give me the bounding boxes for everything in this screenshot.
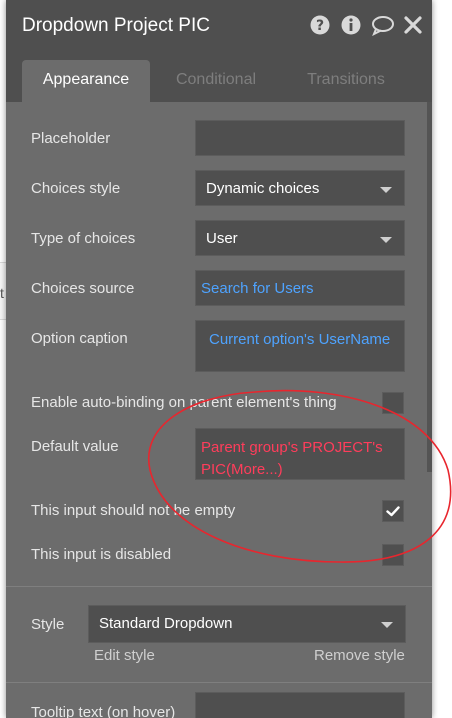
- help-icon[interactable]: ?: [309, 14, 331, 36]
- tooltip-label: Tooltip text (on hover): [31, 704, 176, 718]
- default-value-field[interactable]: Parent group's PROJECT's PIC(More...): [195, 428, 405, 480]
- chevron-down-icon: [381, 622, 393, 628]
- svg-text:?: ?: [316, 18, 324, 34]
- chevron-down-icon: [380, 237, 392, 243]
- option-caption-value: Current option's UserName: [209, 331, 391, 348]
- not-empty-label: This input should not be empty: [31, 502, 236, 519]
- edit-style-link[interactable]: Edit style: [94, 647, 155, 664]
- tooltip-input[interactable]: [195, 692, 405, 718]
- checkmark-icon: [386, 506, 400, 517]
- tab-conditional[interactable]: Conditional: [156, 60, 276, 102]
- remove-style-link[interactable]: Remove style: [314, 647, 405, 664]
- choices-source-field[interactable]: Search for Users: [195, 270, 405, 306]
- style-dropdown[interactable]: Standard Dropdown: [88, 605, 406, 643]
- type-of-choices-label: Type of choices: [31, 230, 136, 247]
- choices-style-label: Choices style: [31, 180, 121, 197]
- default-value-value: Parent group's PROJECT's PIC(More...): [201, 439, 383, 478]
- close-icon[interactable]: [402, 14, 424, 36]
- comment-icon[interactable]: [371, 14, 394, 37]
- disabled-label: This input is disabled: [31, 546, 172, 563]
- property-editor-panel: Dropdown Project PIC ? Appearance Condit…: [6, 0, 432, 718]
- tab-transitions[interactable]: Transitions: [286, 60, 406, 102]
- placeholder-input[interactable]: [195, 120, 405, 156]
- not-empty-checkbox[interactable]: [382, 500, 404, 522]
- tab-bar: Appearance Conditional Transitions: [6, 54, 432, 102]
- type-of-choices-dropdown[interactable]: User: [195, 220, 405, 256]
- info-icon[interactable]: [340, 14, 362, 36]
- default-value-label: Default value: [31, 438, 119, 455]
- option-caption-field[interactable]: Current option's UserName: [195, 320, 405, 372]
- option-caption-label: Option caption: [31, 330, 128, 347]
- style-value: Standard Dropdown: [99, 615, 233, 632]
- auto-binding-label: Enable auto-binding on parent element's …: [31, 394, 337, 411]
- disabled-checkbox[interactable]: [382, 544, 404, 566]
- choices-style-dropdown[interactable]: Dynamic choices: [195, 170, 405, 206]
- header-icons: ?: [309, 14, 424, 37]
- style-label: Style: [31, 616, 65, 633]
- panel-title: Dropdown Project PIC: [22, 15, 210, 36]
- tab-appearance[interactable]: Appearance: [22, 60, 150, 102]
- background-text: t: [0, 285, 4, 301]
- placeholder-label: Placeholder: [31, 130, 111, 147]
- auto-binding-checkbox[interactable]: [382, 392, 404, 414]
- choices-style-value: Dynamic choices: [206, 180, 320, 197]
- choices-source-value: Search for Users: [201, 280, 314, 297]
- chevron-down-icon: [380, 187, 392, 193]
- type-of-choices-value: User: [206, 230, 238, 247]
- choices-source-label: Choices source: [31, 280, 135, 297]
- scrollbar[interactable]: [427, 102, 432, 472]
- panel-header[interactable]: Dropdown Project PIC ?: [6, 0, 432, 54]
- section-divider: [6, 682, 432, 683]
- section-divider: [6, 586, 432, 587]
